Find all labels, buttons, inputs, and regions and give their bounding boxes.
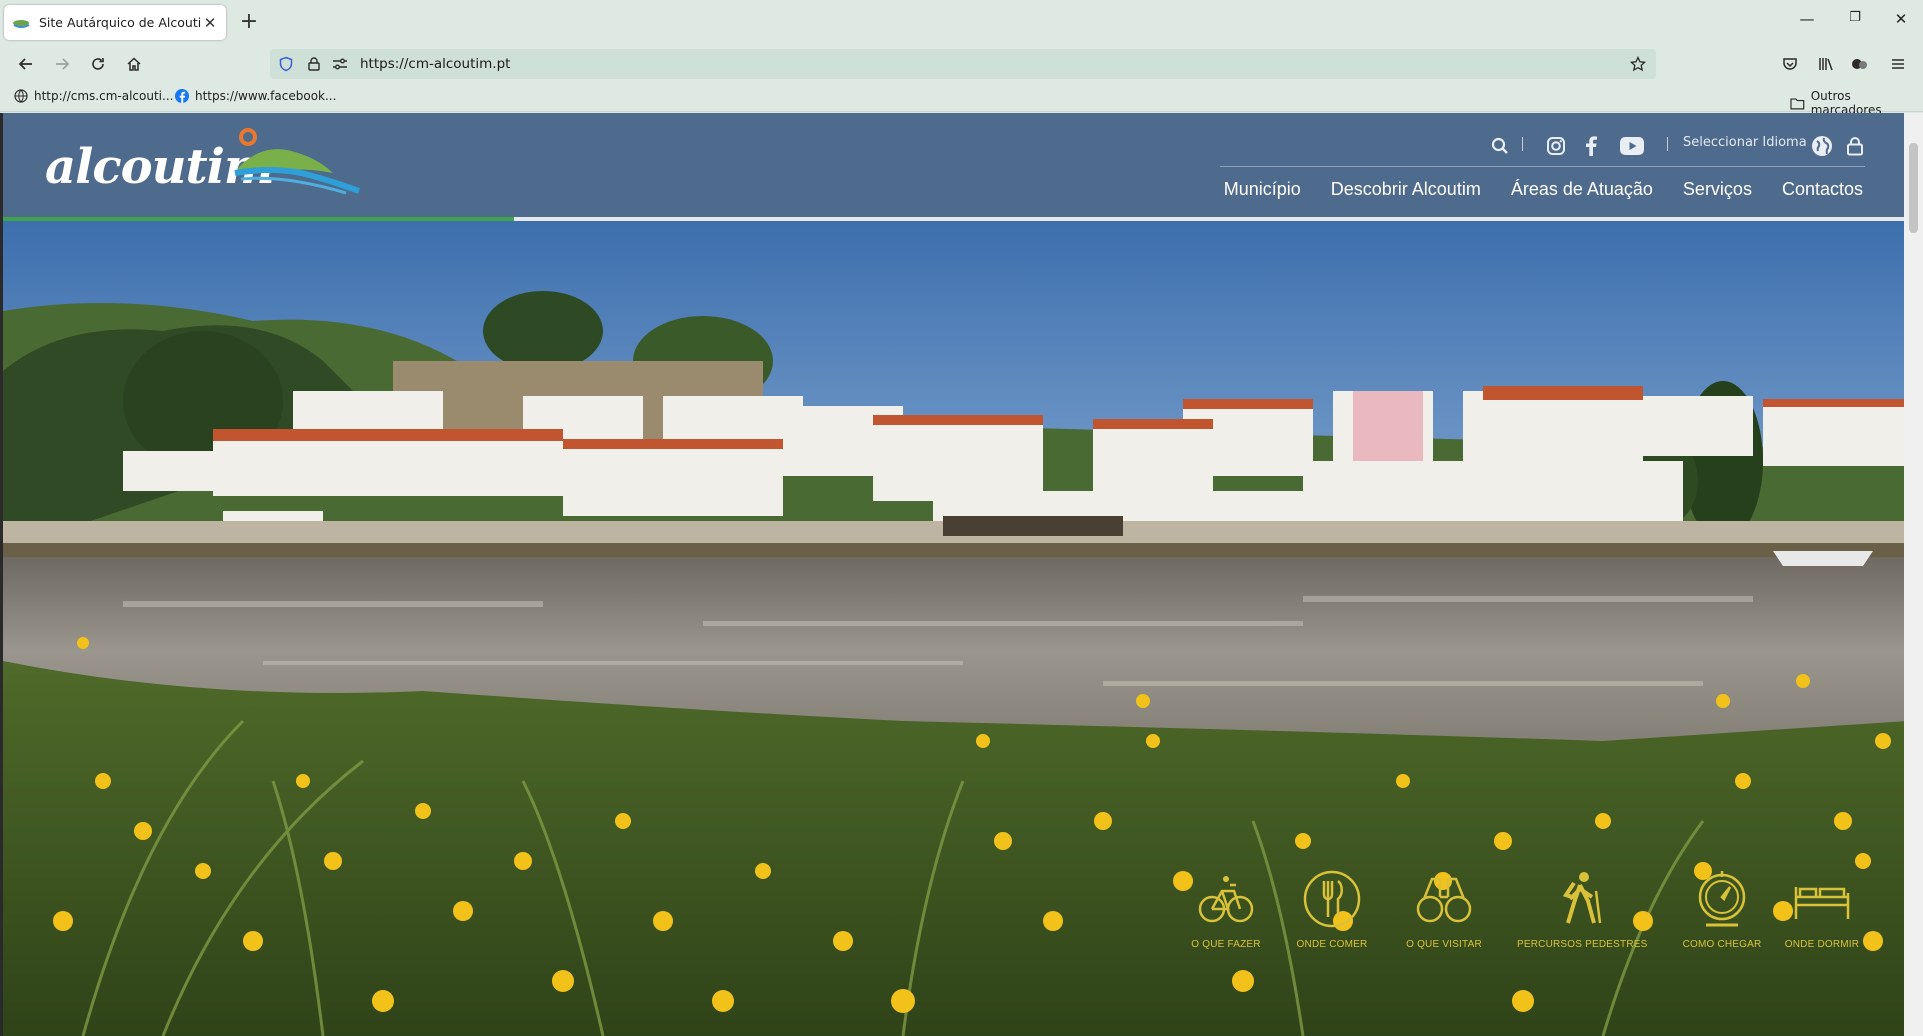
binoculars-icon xyxy=(1416,877,1472,923)
bookmark-star-icon[interactable] xyxy=(1630,56,1646,72)
folder-icon xyxy=(1790,98,1805,109)
bookmark-label: http://cms.cm-alcouti... xyxy=(34,89,174,103)
youtube-icon xyxy=(1620,137,1644,155)
browser-tab-strip: Site Autárquico de Alcoutim ✕ + — ❐ ✕ xyxy=(0,0,1923,44)
browser-toolbar: https://cm-alcoutim.pt xyxy=(0,44,1923,84)
url-text: https://cm-alcoutim.pt xyxy=(360,56,511,72)
instagram-icon xyxy=(1547,137,1565,155)
shield-icon[interactable] xyxy=(278,56,294,72)
logo-emblem-icon xyxy=(234,128,361,195)
library-icon xyxy=(1819,58,1833,71)
window-close-button[interactable]: ✕ xyxy=(1890,10,1912,28)
hero-image: O QUE FAZER ONDE COMER O QUE VISITAR PER… xyxy=(3,221,1904,1036)
arrow-left-icon xyxy=(18,58,32,70)
lock-icon[interactable] xyxy=(306,56,322,72)
bicycle-icon xyxy=(1198,876,1254,923)
nav-item-municipio[interactable]: Município xyxy=(1224,179,1301,200)
globe-icon xyxy=(1812,136,1832,156)
home-icon xyxy=(127,57,141,71)
facebook-icon xyxy=(1586,136,1597,156)
tab-close-icon[interactable]: ✕ xyxy=(202,14,218,32)
bookmark-item[interactable]: http://cms.cm-alcouti... xyxy=(14,89,173,103)
library-button[interactable] xyxy=(1812,50,1840,78)
youtube-link[interactable] xyxy=(1620,131,1644,161)
forward-button[interactable] xyxy=(48,50,76,78)
hiker-icon xyxy=(1562,872,1602,924)
reload-button[interactable] xyxy=(84,50,112,78)
account-button[interactable] xyxy=(1846,50,1874,78)
header-separator xyxy=(1522,137,1523,151)
instagram-link[interactable] xyxy=(1546,131,1566,161)
compass-icon xyxy=(1698,871,1746,927)
facebook-link[interactable] xyxy=(1585,131,1597,161)
quick-link-onde-comer[interactable]: ONDE COMER xyxy=(1267,867,1397,950)
back-button[interactable] xyxy=(12,50,40,78)
browser-tab[interactable]: Site Autárquico de Alcoutim ✕ xyxy=(4,5,226,40)
bookmark-item[interactable]: https://www.facebook... xyxy=(175,89,336,103)
permissions-icon[interactable] xyxy=(332,57,348,71)
facebook-icon xyxy=(175,89,189,103)
account-icon xyxy=(1852,59,1867,69)
quick-link-onde-dormir[interactable]: ONDE DORMIR xyxy=(1757,867,1887,950)
quick-link-o-que-visitar[interactable]: O QUE VISITAR xyxy=(1379,867,1509,950)
search-icon xyxy=(1491,137,1508,154)
header-separator xyxy=(1667,137,1668,151)
nav-item-descobrir-alcoutim[interactable]: Descobrir Alcoutim xyxy=(1331,179,1481,200)
web-page: alcoutim Seleccionar Idioma Município De… xyxy=(0,113,1904,1036)
pocket-icon xyxy=(1783,58,1797,70)
minimize-button[interactable]: — xyxy=(1796,10,1818,28)
nav-divider xyxy=(1220,166,1865,167)
quick-link-label: ONDE DORMIR xyxy=(1784,939,1860,950)
globe-icon xyxy=(14,89,28,103)
pocket-button[interactable] xyxy=(1776,50,1804,78)
quick-link-label: ONDE COMER xyxy=(1296,939,1368,950)
address-bar[interactable]: https://cm-alcoutim.pt xyxy=(270,49,1656,79)
app-menu-button[interactable] xyxy=(1884,50,1912,78)
language-selector-label[interactable]: Seleccionar Idioma xyxy=(1683,135,1807,150)
nav-item-areas-de-atuacao[interactable]: Áreas de Atuação xyxy=(1511,179,1653,200)
search-button[interactable] xyxy=(1491,131,1509,161)
lock-icon xyxy=(1847,137,1863,156)
home-button[interactable] xyxy=(120,50,148,78)
bed-icon xyxy=(1794,887,1850,919)
arrow-right-icon xyxy=(56,58,70,70)
quick-link-label: PERCURSOS PEDESTRES xyxy=(1517,939,1648,950)
nav-item-contactos[interactable]: Contactos xyxy=(1782,179,1863,200)
quick-link-label: O QUE VISITAR xyxy=(1406,939,1482,950)
login-button[interactable] xyxy=(1846,131,1864,161)
new-tab-button[interactable]: + xyxy=(238,9,260,34)
site-favicon-icon xyxy=(13,19,30,28)
quick-link-percursos-pedestres[interactable]: PERCURSOS PEDESTRES xyxy=(1517,867,1647,950)
main-navigation: Município Descobrir Alcoutim Áreas de At… xyxy=(1224,179,1863,200)
page-scrollbar[interactable] xyxy=(1904,113,1923,1036)
site-header: alcoutim Seleccionar Idioma Município De… xyxy=(3,113,1904,217)
hamburger-menu-icon xyxy=(1892,59,1904,69)
bookmark-label: https://www.facebook... xyxy=(195,89,337,103)
reload-icon xyxy=(92,58,104,70)
tab-title: Site Autárquico de Alcoutim xyxy=(39,15,202,30)
scrollbar-thumb[interactable] xyxy=(1909,143,1918,233)
language-selector-button[interactable] xyxy=(1811,131,1833,161)
restore-button[interactable]: ❐ xyxy=(1844,10,1866,25)
cutlery-icon xyxy=(1303,870,1361,928)
bookmarks-toolbar: http://cms.cm-alcouti... https://www.fac… xyxy=(0,84,1923,117)
nav-item-servicos[interactable]: Serviços xyxy=(1683,179,1752,200)
